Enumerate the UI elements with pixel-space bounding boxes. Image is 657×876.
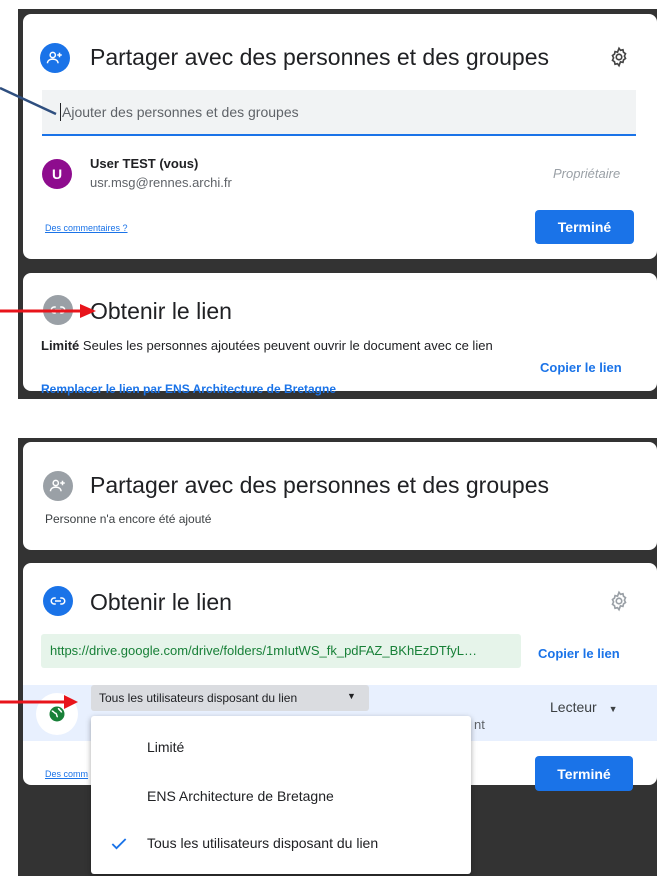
menu-option-ens[interactable]: ENS Architecture de Bretagne — [91, 779, 471, 815]
access-description: Limité Seules les personnes ajoutées peu… — [41, 337, 521, 355]
copy-link-button[interactable]: Copier le lien — [538, 646, 620, 661]
hidden-description-fragment: nt — [474, 717, 485, 732]
annotation-arrow-bottom — [0, 695, 78, 709]
menu-option-limited[interactable]: Limité — [91, 730, 471, 766]
check-icon — [109, 834, 129, 854]
avatar-initial: U — [51, 166, 63, 182]
share-card-top: Partager avec des personnes et des group… — [23, 14, 657, 259]
option-label: Tous les utilisateurs disposant du lien — [147, 835, 379, 851]
link-title: Obtenir le lien — [90, 298, 232, 324]
add-person-icon — [43, 471, 73, 501]
done-button[interactable]: Terminé — [535, 210, 634, 244]
menu-option-anyone[interactable]: Tous les utilisateurs disposant du lien — [91, 826, 471, 862]
no-one-added-text: Personne n'a encore été ajouté — [45, 512, 212, 526]
link-icon — [43, 586, 73, 616]
feedback-link[interactable]: Des comm — [45, 769, 88, 779]
owner-role: Propriétaire — [553, 166, 621, 181]
feedback-link[interactable]: Des commentaires ? — [45, 223, 128, 233]
settings-icon[interactable] — [608, 590, 630, 612]
annotation-pointer-line — [0, 86, 57, 116]
copy-link-button[interactable]: Copier le lien — [540, 360, 622, 375]
add-person-icon — [40, 43, 70, 73]
role-dropdown[interactable]: Lecteur ▼ — [550, 699, 618, 715]
link-url-text: https://drive.google.com/drive/folders/1… — [50, 643, 478, 658]
share-title: Partager avec des personnes et des group… — [90, 44, 550, 70]
user-name: User TEST (vous) — [90, 156, 199, 171]
avatar: U — [42, 159, 72, 189]
done-button[interactable]: Terminé — [535, 756, 633, 791]
annotation-arrow-top — [0, 304, 96, 318]
settings-icon[interactable] — [608, 46, 630, 68]
access-options-menu: Limité ENS Architecture de Bretagne Tous… — [91, 716, 471, 874]
link-card-top: Obtenir le lien Limité Seules les person… — [23, 273, 657, 396]
link-title: Obtenir le lien — [90, 589, 232, 615]
role-label: Lecteur — [550, 699, 597, 715]
option-label: ENS Architecture de Bretagne — [147, 788, 334, 804]
access-label: Limité — [41, 338, 80, 353]
option-label: Limité — [147, 739, 185, 755]
link-url-field[interactable]: https://drive.google.com/drive/folders/1… — [41, 634, 521, 668]
replace-link[interactable]: Remplacer le lien par ENS Architecture d… — [41, 382, 336, 396]
add-people-placeholder: Ajouter des personnes et des groupes — [62, 104, 299, 120]
chevron-down-icon: ▼ — [608, 704, 618, 714]
share-title: Partager avec des personnes et des group… — [90, 472, 550, 498]
chevron-down-icon: ▼ — [347, 691, 356, 701]
text-cursor — [60, 103, 61, 121]
access-desc-text: Seules les personnes ajoutées peuvent ou… — [82, 338, 493, 353]
access-dropdown[interactable]: Tous les utilisateurs disposant du lien … — [91, 685, 369, 711]
user-email: usr.msg@rennes.archi.fr — [90, 175, 232, 190]
add-people-input[interactable]: Ajouter des personnes et des groupes — [42, 90, 636, 136]
access-selected: Tous les utilisateurs disposant du lien — [99, 691, 298, 705]
share-card-bottom: Partager avec des personnes et des group… — [23, 442, 657, 550]
